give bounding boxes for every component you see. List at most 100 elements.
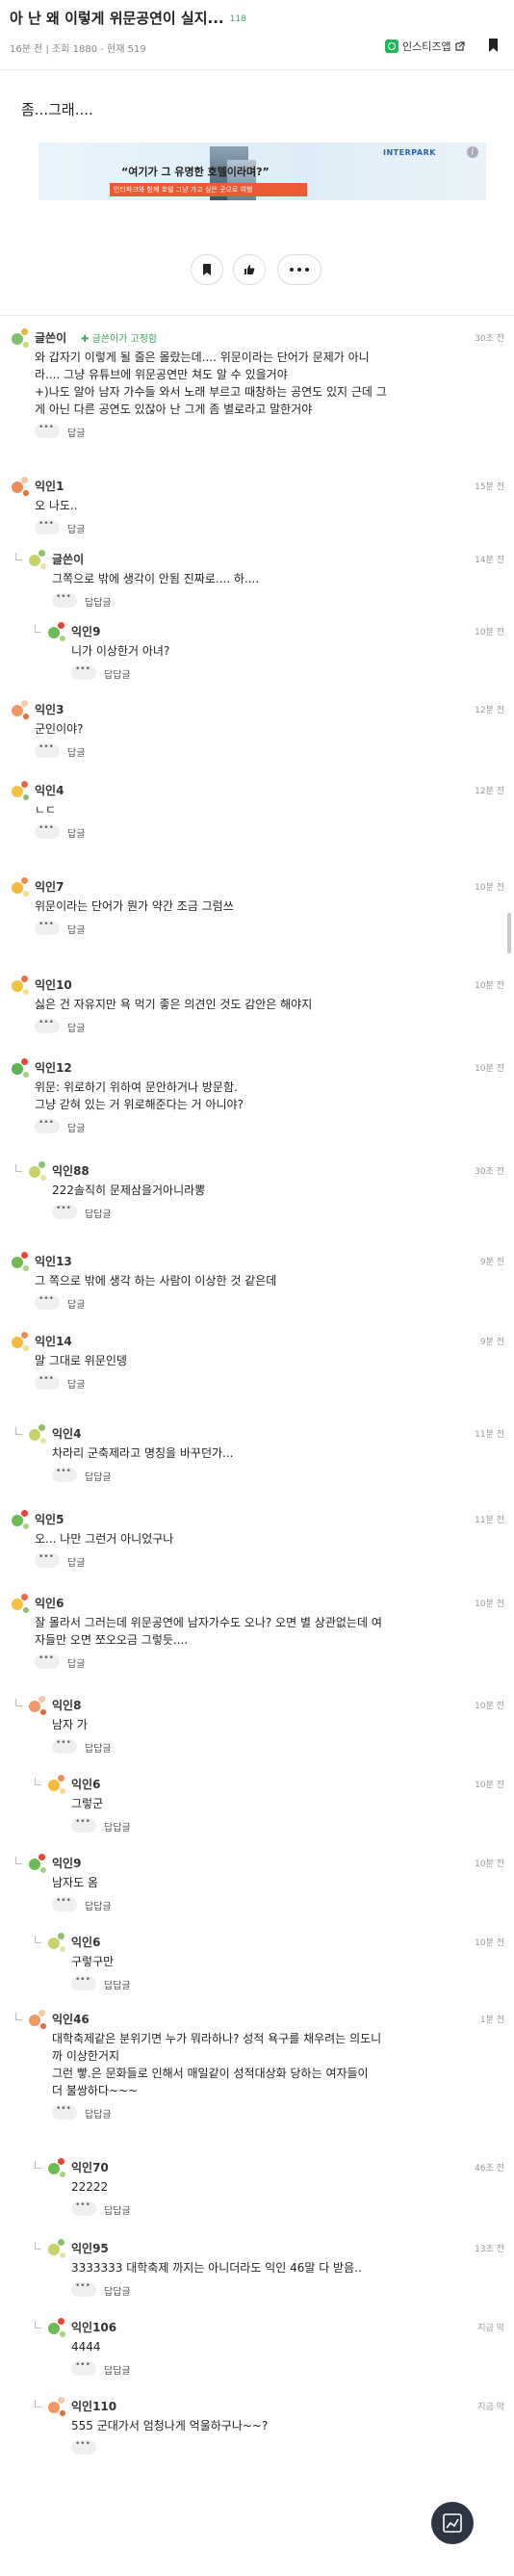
- comment-nickname[interactable]: 익인1: [35, 478, 64, 494]
- comment-time: 10분 전: [475, 1860, 504, 1869]
- comment-text: 위문이라는 단어가 뭔가 약간 조금 그럼쓰: [35, 899, 234, 913]
- ad-quote: “여기가 그 유명한 호텔이라며?”: [121, 166, 270, 178]
- comment-more-button[interactable]: [35, 423, 60, 438]
- comment-nickname[interactable]: 글쓴이: [35, 329, 66, 346]
- comment-time: 13초 전: [475, 2245, 504, 2254]
- comment-more-button[interactable]: [71, 2281, 96, 2297]
- comment-nickname[interactable]: 글쓴이: [52, 551, 84, 567]
- reply-link[interactable]: 답글: [67, 922, 85, 936]
- scrollbar[interactable]: [507, 913, 511, 953]
- bookmark-icon[interactable]: [488, 39, 499, 52]
- comment-nickname[interactable]: 익인46: [52, 2011, 90, 2027]
- comment-nickname[interactable]: 익인10: [35, 976, 72, 993]
- reply-link[interactable]: 답답글: [85, 1206, 112, 1220]
- comment-more-button[interactable]: [52, 592, 77, 608]
- comment-nickname[interactable]: 익인4: [52, 1425, 81, 1442]
- comment-time: 10분 전: [475, 1702, 504, 1711]
- reply-link[interactable]: 답글: [67, 744, 85, 759]
- reply-link[interactable]: 답답글: [85, 1740, 112, 1755]
- reply-link[interactable]: 답글: [67, 1020, 85, 1034]
- comment-more-button[interactable]: [35, 1018, 60, 1033]
- comment-time: 10분 전: [475, 1600, 504, 1609]
- comment-more-button[interactable]: [52, 1896, 77, 1912]
- comment-nickname[interactable]: 익인4: [35, 782, 64, 798]
- comment-nickname[interactable]: 익인9: [71, 623, 100, 639]
- reply-link[interactable]: 답글: [67, 521, 85, 535]
- comment-text: 그쪽으로 밖에 생각이 안됨 진짜로.... 하....: [52, 572, 260, 585]
- comment-nickname[interactable]: 익인106: [71, 2319, 116, 2335]
- comment-nickname[interactable]: 익인6: [71, 1776, 100, 1792]
- reply-link[interactable]: 답답글: [85, 1898, 112, 1912]
- comment-more-button[interactable]: [35, 823, 60, 839]
- comment-text: 싫은 건 자유지만 욕 먹기 좋은 의견인 것도 감안은 해야지: [35, 998, 313, 1011]
- comment-nickname[interactable]: 익인70: [71, 2159, 109, 2175]
- comment-more-button[interactable]: [71, 1817, 96, 1833]
- reply-link[interactable]: 답답글: [104, 666, 131, 681]
- reply-arrow-icon: [35, 1778, 41, 1785]
- avatar: [10, 1331, 35, 1356]
- comment-more-button[interactable]: [35, 1294, 60, 1310]
- comment-nickname[interactable]: 익인6: [71, 1934, 100, 1950]
- comment-nickname[interactable]: 익인7: [35, 878, 64, 895]
- reply-link[interactable]: 답답글: [104, 2202, 131, 2217]
- comment-more-button[interactable]: [35, 1552, 60, 1568]
- comment-text: 잘 몰라서 그러는데 위문공연에 남자가수도 오나? 오면 별 상관없는데 여 …: [35, 1616, 382, 1647]
- pinned-text: 글쓴이가 고정함: [91, 334, 158, 345]
- avatar: [10, 699, 35, 724]
- comment-more-button[interactable]: [35, 519, 60, 534]
- reply-link[interactable]: 답글: [67, 425, 85, 439]
- reply-link[interactable]: 답글: [67, 1655, 85, 1670]
- reply-link[interactable]: 답답글: [85, 1469, 112, 1483]
- insti-app-link[interactable]: 인스티즈앱: [385, 39, 465, 54]
- comment-nickname[interactable]: 익인5: [35, 1511, 64, 1527]
- reply-link[interactable]: 답글: [67, 1554, 85, 1569]
- comment-nickname[interactable]: 익인6: [35, 1595, 64, 1611]
- insti-app-label: 인스티즈앱: [402, 40, 451, 53]
- reply-link[interactable]: 답답글: [104, 2283, 131, 2298]
- comment-nickname[interactable]: 익인95: [71, 2240, 109, 2256]
- comment-more-button[interactable]: [52, 1467, 77, 1482]
- reply-link[interactable]: 답답글: [85, 594, 112, 609]
- comment-count[interactable]: 118: [230, 14, 246, 24]
- comment-more-button[interactable]: [71, 2360, 96, 2376]
- comment-more-button[interactable]: [35, 1118, 60, 1133]
- comment-more-button[interactable]: [52, 1738, 77, 1754]
- reply-arrow-icon: [35, 625, 41, 633]
- comment-more-button[interactable]: [71, 1975, 96, 1991]
- ad-info-icon[interactable]: i: [467, 146, 478, 158]
- comment-more-button[interactable]: [52, 1204, 77, 1219]
- comment-more-button[interactable]: [52, 2104, 77, 2120]
- comment-nickname[interactable]: 익인3: [35, 701, 64, 717]
- like-button[interactable]: [233, 254, 266, 285]
- comment-nickname[interactable]: 익인9: [52, 1855, 81, 1871]
- reply-link[interactable]: 답답글: [104, 1977, 131, 1991]
- reply-link[interactable]: 답글: [67, 825, 85, 840]
- comment-more-button[interactable]: [35, 920, 60, 935]
- reply-link[interactable]: 답글: [67, 1120, 85, 1134]
- ad-banner[interactable]: “여기가 그 유명한 호텔이라며?” 인터파크와 함께 호텔 그냥 가고 싶은 …: [39, 143, 486, 200]
- comment-text: 오 나도..: [35, 499, 78, 512]
- reply-arrow-icon: [35, 1936, 41, 1943]
- comment-nickname[interactable]: 익인8: [52, 1697, 81, 1713]
- comment-more-button[interactable]: [71, 2200, 96, 2216]
- more-button[interactable]: [277, 254, 321, 285]
- avatar: [46, 2157, 71, 2182]
- comment-nickname[interactable]: 익인88: [52, 1162, 90, 1179]
- reply-link[interactable]: 답글: [67, 1376, 85, 1391]
- comment-more-button[interactable]: [35, 742, 60, 758]
- reply-link[interactable]: 답답글: [85, 2106, 112, 2121]
- scrap-button[interactable]: [191, 254, 223, 285]
- comment-nickname[interactable]: 익인110: [71, 2398, 116, 2414]
- comment-nickname[interactable]: 익인12: [35, 1059, 72, 1076]
- reply-link[interactable]: 답글: [67, 1296, 85, 1311]
- comment-nickname[interactable]: 익인13: [35, 1253, 72, 1269]
- avatar: [46, 2396, 71, 2421]
- comment-nickname[interactable]: 익인14: [35, 1333, 72, 1349]
- comment-more-button[interactable]: [35, 1653, 60, 1669]
- reply-link[interactable]: 답답글: [104, 1819, 131, 1834]
- comment-more-button[interactable]: [35, 1374, 60, 1390]
- comment-more-button[interactable]: [71, 664, 96, 680]
- reply-link[interactable]: 답답글: [104, 2362, 131, 2377]
- stats-button[interactable]: [431, 2502, 474, 2544]
- comment-more-button[interactable]: [71, 2439, 96, 2455]
